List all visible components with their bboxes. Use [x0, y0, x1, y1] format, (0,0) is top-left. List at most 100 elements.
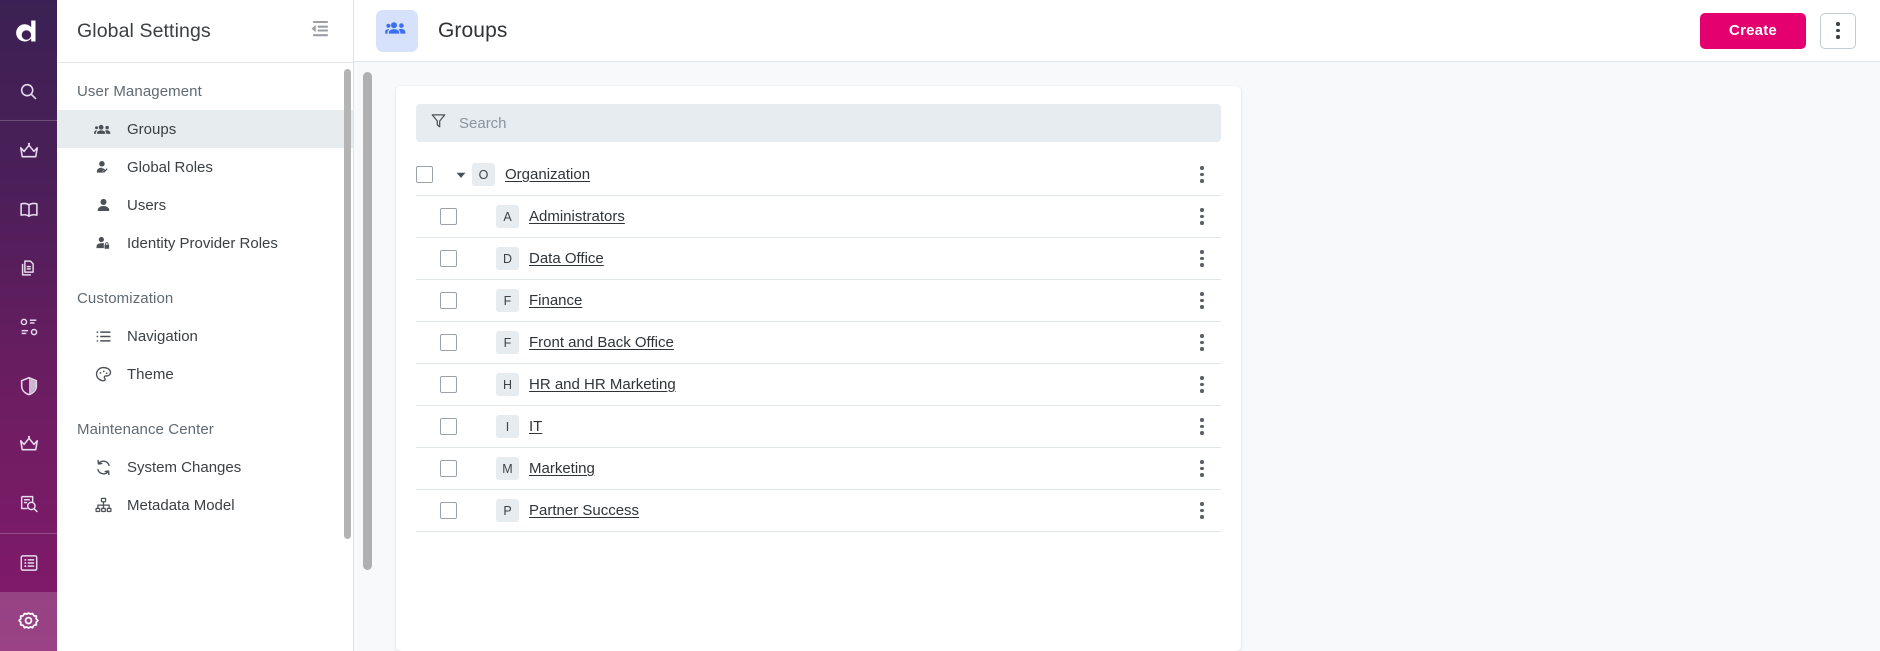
hierarchy-icon: [93, 495, 113, 515]
rail-item-documents[interactable]: [0, 239, 57, 298]
groups-card: Search O Organization AAdministratorsDData…: [396, 86, 1241, 651]
row-name-link[interactable]: Administrators: [529, 208, 625, 225]
sidebar-item-label: Identity Provider Roles: [127, 235, 278, 252]
palette-icon: [93, 364, 113, 384]
sidebar-header: Global Settings: [57, 0, 353, 62]
rail-item-crown-outline[interactable]: [0, 415, 57, 474]
rail-item-settings[interactable]: [0, 592, 57, 651]
row-checkbox[interactable]: [416, 166, 433, 183]
user-icon: [93, 195, 113, 215]
row-overflow-button[interactable]: [1187, 328, 1217, 358]
row-overflow-button[interactable]: [1187, 370, 1217, 400]
table-row[interactable]: HHR and HR Marketing: [416, 364, 1221, 406]
refresh-icon: [93, 457, 113, 477]
user-check-icon: [93, 157, 113, 177]
row-overflow-button[interactable]: [1187, 244, 1217, 274]
sidebar-item-theme[interactable]: Theme: [57, 355, 353, 393]
sidebar-item-label: Theme: [127, 366, 174, 383]
row-avatar: O: [472, 163, 495, 186]
sidebar-item-global-roles[interactable]: Global Roles: [57, 148, 353, 186]
table-row[interactable]: IIT: [416, 406, 1221, 448]
chevron-down-icon[interactable]: [450, 169, 472, 181]
list-icon: [18, 552, 40, 574]
row-name-link[interactable]: Organization: [505, 166, 590, 183]
collapse-panel-button[interactable]: [305, 17, 333, 45]
table-row[interactable]: F Finance: [416, 280, 1221, 322]
rail-item-list[interactable]: [0, 534, 57, 593]
row-checkbox[interactable]: [440, 208, 457, 225]
row-checkbox[interactable]: [440, 418, 457, 435]
kebab-menu-icon: [1200, 500, 1204, 520]
header-overflow-button[interactable]: [1820, 13, 1856, 49]
sidebar-body: User ManagementGroupsGlobal RolesUsersId…: [57, 62, 353, 651]
row-avatar: F: [496, 289, 519, 312]
content-scrollbar-track: [354, 62, 378, 651]
table-row[interactable]: P Partner Success: [416, 490, 1221, 532]
row-checkbox[interactable]: [440, 334, 457, 351]
row-overflow-button[interactable]: [1187, 160, 1217, 190]
sidebar-item-users[interactable]: Users: [57, 186, 353, 224]
row-checkbox[interactable]: [440, 376, 457, 393]
sidebar-item-identity-provider-roles[interactable]: Identity Provider Roles: [57, 224, 353, 262]
rail-item-crown[interactable]: [0, 121, 57, 180]
kebab-menu-icon: [1200, 248, 1204, 268]
row-checkbox-cell: [440, 418, 474, 435]
content-scrollbar-thumb[interactable]: [363, 72, 372, 570]
table-row[interactable]: AAdministrators: [416, 196, 1221, 238]
documents-icon: [18, 257, 40, 279]
row-name-link[interactable]: Front and Back Office: [529, 334, 674, 351]
row-overflow-button[interactable]: [1187, 202, 1217, 232]
sidebar-item-label: Groups: [127, 121, 176, 138]
sidebar-item-metadata-model[interactable]: Metadata Model: [57, 486, 353, 524]
app-root: Global Settings User ManagementGroupsGlo…: [0, 0, 1880, 651]
search-input-placeholder: Search: [459, 115, 507, 132]
row-name-link[interactable]: HR and HR Marketing: [529, 376, 676, 393]
row-overflow-button[interactable]: [1187, 412, 1217, 442]
row-name-link[interactable]: Finance: [529, 292, 582, 309]
sidebar-item-groups[interactable]: Groups: [57, 110, 353, 148]
crown-icon: [18, 140, 40, 162]
rail-item-data-model[interactable]: [0, 298, 57, 357]
app-logo[interactable]: [0, 0, 57, 62]
user-lock-icon: [93, 233, 113, 253]
table-row[interactable]: M Marketing: [416, 448, 1221, 490]
row-name-link[interactable]: Partner Success: [529, 502, 639, 519]
create-button[interactable]: Create: [1700, 13, 1806, 49]
sidebar-item-label: System Changes: [127, 459, 241, 476]
rail-item-book[interactable]: [0, 180, 57, 239]
rail-item-search[interactable]: [0, 62, 57, 121]
crown-outline-icon: [18, 433, 40, 455]
row-checkbox-cell: [416, 166, 450, 183]
sidebar-scrollbar[interactable]: [344, 69, 351, 539]
table-row[interactable]: DData Office: [416, 238, 1221, 280]
row-avatar: F: [496, 331, 519, 354]
sidebar-section-heading: Customization: [57, 280, 353, 317]
sidebar-section-heading: Maintenance Center: [57, 411, 353, 448]
row-name-link[interactable]: Marketing: [529, 460, 595, 477]
row-checkbox[interactable]: [440, 250, 457, 267]
row-name-link[interactable]: Data Office: [529, 250, 604, 267]
row-checkbox-cell: [440, 334, 474, 351]
row-avatar: P: [496, 499, 519, 522]
kebab-menu-icon: [1200, 290, 1204, 310]
groups-icon: [385, 16, 409, 45]
groups-icon: [93, 119, 113, 139]
row-overflow-button[interactable]: [1187, 454, 1217, 484]
rail-item-search-document[interactable]: [0, 474, 57, 533]
row-name-link[interactable]: IT: [529, 418, 542, 435]
main-area: Groups Create: [354, 0, 1880, 651]
row-overflow-button[interactable]: [1187, 496, 1217, 526]
book-icon: [18, 199, 40, 221]
table-row[interactable]: O Organization: [416, 154, 1221, 196]
row-checkbox[interactable]: [440, 292, 457, 309]
row-overflow-button[interactable]: [1187, 286, 1217, 316]
row-checkbox[interactable]: [440, 502, 457, 519]
rail-item-shield[interactable]: [0, 356, 57, 415]
table-row[interactable]: F Front and Back Office: [416, 322, 1221, 364]
collapse-panel-icon: [310, 20, 329, 42]
sidebar-item-system-changes[interactable]: System Changes: [57, 448, 353, 486]
row-checkbox[interactable]: [440, 460, 457, 477]
sidebar-item-navigation[interactable]: Navigation: [57, 317, 353, 355]
search-bar[interactable]: Search: [416, 104, 1221, 142]
row-avatar: M: [496, 457, 519, 480]
